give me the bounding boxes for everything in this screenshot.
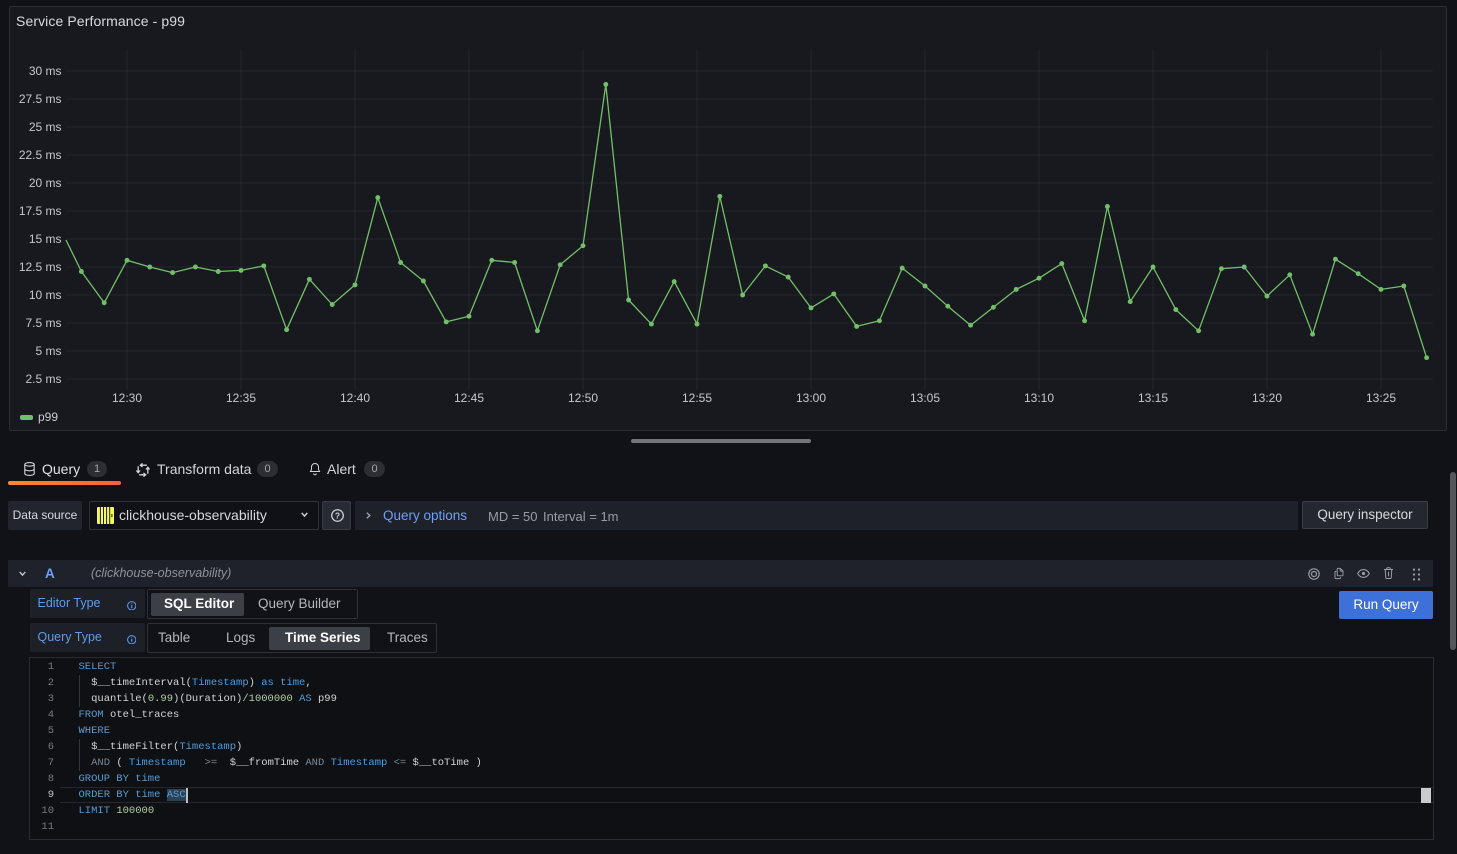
svg-text:12:45: 12:45 xyxy=(454,391,484,405)
svg-text:13:00: 13:00 xyxy=(796,391,826,405)
svg-text:13:25: 13:25 xyxy=(1366,391,1396,405)
svg-text:10 ms: 10 ms xyxy=(29,288,62,302)
svg-text:15 ms: 15 ms xyxy=(29,232,62,246)
svg-text:12:50: 12:50 xyxy=(568,391,598,405)
svg-text:13:05: 13:05 xyxy=(910,391,940,405)
svg-text:2.5 ms: 2.5 ms xyxy=(25,372,61,386)
svg-text:22.5 ms: 22.5 ms xyxy=(19,148,62,162)
svg-text:25 ms: 25 ms xyxy=(29,120,62,134)
svg-text:12:55: 12:55 xyxy=(682,391,712,405)
svg-text:5 ms: 5 ms xyxy=(35,344,61,358)
svg-text:30 ms: 30 ms xyxy=(29,64,62,78)
svg-text:7.5 ms: 7.5 ms xyxy=(25,316,61,330)
svg-text:12:35: 12:35 xyxy=(226,391,256,405)
svg-text:17.5 ms: 17.5 ms xyxy=(19,204,62,218)
svg-text:12:40: 12:40 xyxy=(340,391,370,405)
svg-text:?: ? xyxy=(334,510,339,520)
svg-text:13:20: 13:20 xyxy=(1252,391,1282,405)
svg-text:20 ms: 20 ms xyxy=(29,176,62,190)
svg-text:12.5 ms: 12.5 ms xyxy=(19,260,62,274)
svg-text:12:30: 12:30 xyxy=(112,391,142,405)
svg-text:13:10: 13:10 xyxy=(1024,391,1054,405)
svg-text:13:15: 13:15 xyxy=(1138,391,1168,405)
svg-text:27.5 ms: 27.5 ms xyxy=(19,92,62,106)
